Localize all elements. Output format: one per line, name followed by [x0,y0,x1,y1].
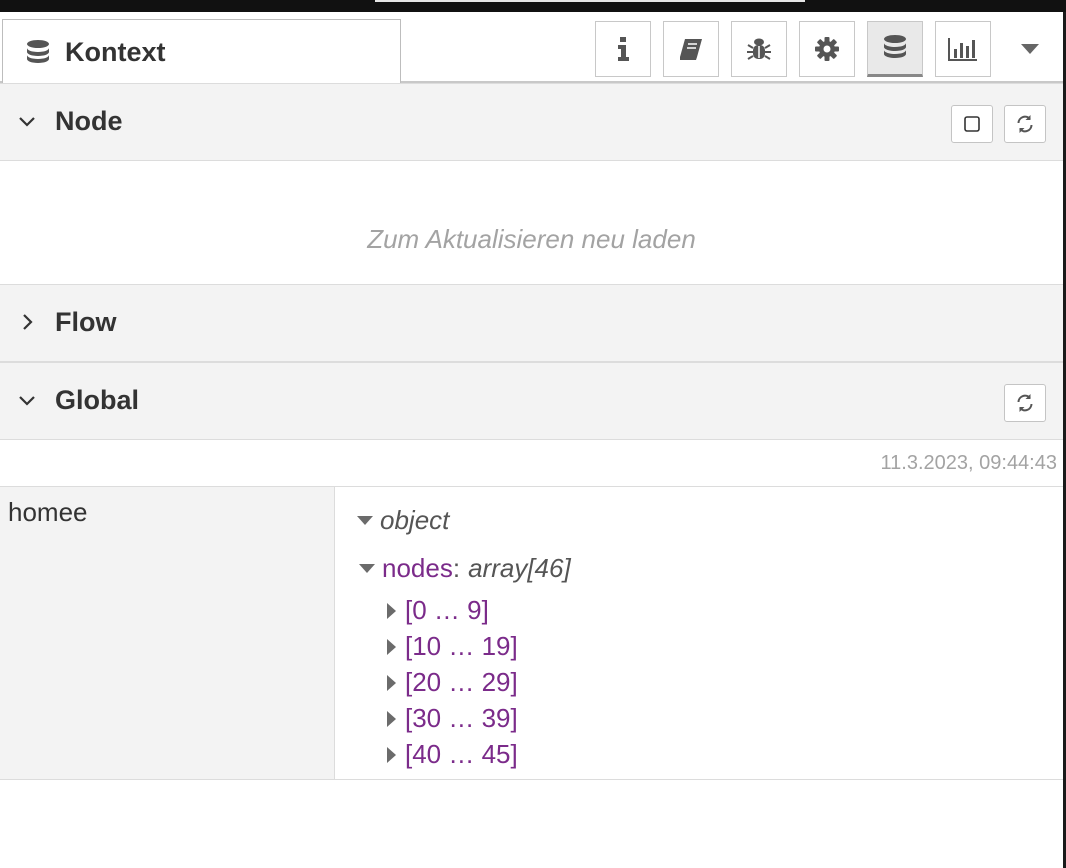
bar-chart-icon [948,38,977,61]
database-icon [884,35,906,58]
context-key: homee [8,497,88,527]
info-button[interactable] [595,21,651,77]
global-timestamp: 11.3.2023, 09:44:43 [880,452,1057,474]
array-range-item[interactable]: [0 … 9] [387,595,489,626]
context-value-cell: object nodes: array[46] [0 … 9] [10 … 19… [335,487,1063,779]
bug-icon [747,38,771,60]
array-range-label: [40 … 45] [405,739,518,769]
caret-right-icon [387,638,396,655]
property-type: array[46] [468,553,571,583]
caret-down-icon [359,564,375,573]
config-button[interactable] [799,21,855,77]
node-empty-message: Zum Aktualisieren neu laden [367,224,696,254]
object-type-label: object [380,505,450,535]
caret-right-icon [387,602,396,619]
global-refresh-button[interactable] [1004,384,1046,422]
array-range-label: [30 … 39] [405,703,518,733]
array-range-label: [0 … 9] [405,595,489,625]
section-node-label: Node [55,106,123,136]
gear-icon [815,37,839,61]
sidebar-menu-dropdown[interactable] [1002,21,1058,77]
tab-label: Kontext [65,37,166,67]
array-range-item[interactable]: [10 … 19] [387,631,518,662]
array-range-item[interactable]: [20 … 29] [387,667,518,698]
debug-button[interactable] [731,21,787,77]
caret-down-icon [1021,44,1039,54]
tab-context[interactable]: Kontext [2,19,401,85]
section-flow-label: Flow [55,307,117,337]
context-key-cell: homee [0,487,335,779]
chevron-down-icon [19,396,35,406]
square-icon [964,116,980,132]
refresh-icon [1017,394,1033,412]
array-range-label: [20 … 29] [405,667,518,697]
sidebar-header: Kontext [0,12,1063,85]
window-top-edge [0,0,1066,12]
dashboard-button[interactable] [935,21,991,77]
section-node-header[interactable]: Node [0,83,1063,161]
chevron-down-icon [19,117,35,127]
array-range-item[interactable]: [40 … 45] [387,739,518,770]
array-range-label: [10 … 19] [405,631,518,661]
global-context-table: homee object nodes: array[46] [0 … 9] [1… [0,486,1063,780]
array-range-item[interactable]: [30 … 39] [387,703,518,734]
context-button[interactable] [867,21,923,77]
info-icon [618,37,629,61]
caret-right-icon [387,674,396,691]
caret-down-icon [357,516,373,525]
object-toggle[interactable]: object [357,505,449,536]
section-flow-header[interactable]: Flow [0,284,1063,362]
chevron-right-icon [23,314,33,330]
book-icon [680,39,702,60]
caret-right-icon [387,710,396,727]
help-button[interactable] [663,21,719,77]
refresh-icon [1017,115,1033,133]
node-refresh-button[interactable] [1004,105,1046,143]
caret-right-icon [387,746,396,763]
property-separator: : [452,553,461,583]
section-global-header[interactable]: Global [0,362,1063,440]
node-toggle-button[interactable] [951,105,993,143]
nodes-property-toggle[interactable]: nodes: array[46] [359,553,571,584]
database-icon [25,39,53,67]
section-global-label: Global [55,385,140,415]
property-key: nodes [382,553,453,583]
